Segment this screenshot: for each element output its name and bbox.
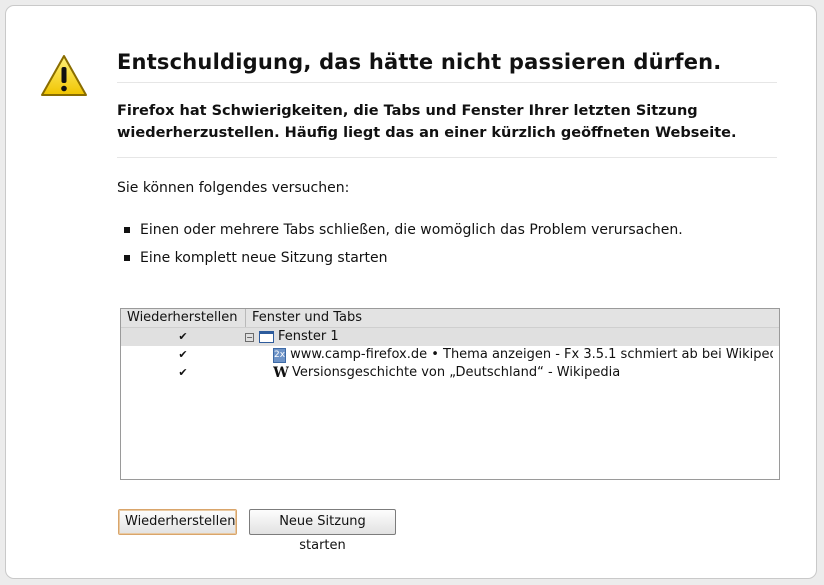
bullet-icon [124,255,130,261]
tree-row-window[interactable]: ✔ − Fenster 1 [121,328,779,346]
try-heading: Sie können folgendes versuchen: [117,180,350,196]
list-item: Einen oder mehrere Tabs schließen, die w… [124,216,683,244]
tree-header: Wiederherstellen Fenster und Tabs [121,309,779,328]
tree-row-label: www.camp-firefox.de • Thema anzeigen - F… [290,347,773,362]
error-message: Firefox hat Schwierigkeiten, die Tabs un… [117,100,777,158]
column-header-windows-tabs[interactable]: Fenster und Tabs [246,309,362,327]
new-session-button[interactable]: Neue Sitzung starten [249,509,396,553]
warning-icon [39,53,89,99]
restore-checkbox[interactable]: ✔ [121,346,245,364]
tree-row-tab[interactable]: ✔ 2x www.camp-firefox.de • Thema anzeige… [121,346,779,364]
wikipedia-favicon-icon: W [273,365,289,381]
bullet-icon [124,227,130,233]
restore-checkbox[interactable]: ✔ [121,364,245,382]
column-header-restore[interactable]: Wiederherstellen [121,309,246,327]
tree-row-label: Versionsgeschichte von „Deutschland“ - W… [292,365,621,380]
tree-row-tab[interactable]: ✔ W Versionsgeschichte von „Deutschland“… [121,364,779,382]
suggestion-text: Einen oder mehrere Tabs schließen, die w… [140,222,683,238]
camp-firefox-favicon-icon: 2x [273,347,287,363]
suggestion-list: Einen oder mehrere Tabs schließen, die w… [124,216,683,272]
list-item: Eine komplett neue Sitzung starten [124,244,683,272]
tree-row-label: Fenster 1 [278,329,339,344]
session-tree[interactable]: Wiederherstellen Fenster und Tabs ✔ − Fe… [120,308,780,480]
error-title: Entschuldigung, das hätte nicht passiere… [117,50,777,83]
window-icon [259,331,274,343]
collapse-toggle-icon[interactable]: − [245,332,254,342]
session-restore-panel: Entschuldigung, das hätte nicht passiere… [5,5,817,579]
suggestion-text: Eine komplett neue Sitzung starten [140,250,388,266]
restore-button[interactable]: Wiederherstellen [118,509,237,535]
restore-checkbox[interactable]: ✔ [121,328,245,346]
